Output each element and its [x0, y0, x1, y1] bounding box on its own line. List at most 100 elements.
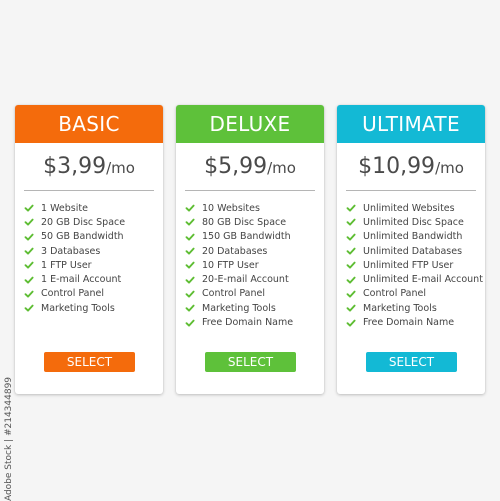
feature-item: 1 FTP User	[24, 258, 163, 272]
check-icon	[346, 319, 356, 327]
check-icon	[346, 233, 356, 241]
check-icon	[346, 204, 356, 212]
feature-item: Control Panel	[185, 287, 324, 301]
select-button[interactable]: SELECT	[205, 352, 296, 372]
feature-label: 80 GB Disc Space	[202, 216, 287, 228]
feature-label: Unlimited Disc Space	[363, 216, 464, 228]
feature-item: Marketing Tools	[346, 301, 485, 315]
feature-label: 20 Databases	[202, 245, 268, 257]
price-unit: /mo	[435, 159, 464, 177]
feature-label: Marketing Tools	[202, 302, 276, 314]
check-icon	[185, 290, 195, 298]
feature-item: 3 Databases	[24, 244, 163, 258]
feature-label: Control Panel	[41, 288, 104, 300]
price-amount: $3,99	[43, 154, 107, 179]
check-icon	[346, 290, 356, 298]
check-icon	[346, 261, 356, 269]
price-unit: /mo	[267, 159, 296, 177]
check-icon	[24, 219, 34, 226]
feature-label: Unlimited Databases	[363, 245, 463, 257]
feature-item: 1 E-mail Account	[24, 272, 163, 286]
check-icon	[185, 261, 195, 269]
feature-item: 20-E-mail Account	[185, 272, 324, 286]
feature-label: 1 E-mail Account	[41, 274, 122, 286]
check-icon	[185, 247, 195, 255]
stock-watermark: Adobe Stock | #214344899	[2, 377, 16, 501]
plan-price: $3,99/mo	[15, 150, 163, 184]
feature-label: Free Domain Name	[202, 317, 294, 329]
check-icon	[185, 204, 195, 212]
select-button[interactable]: SELECT	[44, 352, 135, 372]
feature-item: Free Domain Name	[346, 315, 485, 329]
check-icon	[185, 319, 195, 327]
check-icon	[24, 261, 34, 269]
plan-price: $5,99/mo	[176, 150, 324, 184]
feature-label: 150 GB Bandwidth	[202, 231, 291, 243]
feature-label: 50 GB Bandwidth	[41, 231, 124, 243]
feature-label: Marketing Tools	[41, 302, 115, 314]
check-icon	[185, 219, 195, 226]
feature-label: Marketing Tools	[363, 302, 437, 314]
plan-card-ultimate: ULTIMATE $10,99/mo Unlimited Websites Unl…	[337, 105, 485, 394]
divider	[24, 190, 154, 191]
feature-list: 10 Websites 80 GB Disc Space 150 GB Bandwi…	[176, 201, 324, 330]
plan-price: $10,99/mo	[337, 150, 485, 184]
feature-item: 10 FTP User	[185, 258, 324, 272]
feature-item: 20 Databases	[185, 244, 324, 258]
price-amount: $5,99	[204, 154, 268, 179]
check-icon	[24, 276, 34, 284]
plan-title: DELUXE	[176, 105, 324, 143]
check-icon	[185, 233, 195, 241]
feature-item: Unlimited Disc Space	[346, 215, 485, 229]
check-icon	[24, 290, 34, 298]
feature-label: Unlimited E-mail Account	[363, 274, 483, 286]
stock-watermark-text: Adobe Stock | #214344899	[4, 376, 14, 501]
check-icon	[24, 247, 34, 255]
feature-item: 80 GB Disc Space	[185, 215, 324, 229]
feature-item: Control Panel	[24, 287, 163, 301]
check-icon	[24, 233, 34, 241]
feature-label: 1 FTP User	[41, 259, 92, 271]
feature-label: 10 Websites	[202, 202, 260, 214]
feature-item: 1 Website	[24, 201, 163, 215]
check-icon	[346, 247, 356, 255]
plan-title: BASIC	[15, 105, 163, 143]
feature-item: 150 GB Bandwidth	[185, 230, 324, 244]
feature-item: Unlimited Databases	[346, 244, 485, 258]
feature-item: Unlimited Websites	[346, 201, 485, 215]
check-icon	[346, 276, 356, 284]
plan-card-basic: BASIC $3,99/mo 1 Website 20 GB Disc Space…	[15, 105, 163, 394]
price-amount: $10,99	[358, 154, 436, 179]
price-unit: /mo	[106, 159, 135, 177]
check-icon	[185, 276, 195, 284]
feature-item: Unlimited E-mail Account	[346, 272, 485, 286]
select-button[interactable]: SELECT	[366, 352, 457, 372]
feature-item: Unlimited Bandwidth	[346, 230, 485, 244]
feature-item: Control Panel	[346, 287, 485, 301]
feature-label: 20 GB Disc Space	[41, 216, 126, 228]
feature-item: Marketing Tools	[185, 301, 324, 315]
check-icon	[346, 304, 356, 312]
feature-list: 1 Website 20 GB Disc Space 50 GB Bandwidth…	[15, 201, 163, 315]
feature-item: 20 GB Disc Space	[24, 215, 163, 229]
feature-label: 10 FTP User	[202, 259, 259, 271]
divider	[346, 190, 476, 191]
feature-item: Free Domain Name	[185, 315, 324, 329]
feature-item: 50 GB Bandwidth	[24, 230, 163, 244]
check-icon	[24, 304, 34, 312]
feature-label: Unlimited Bandwidth	[363, 231, 463, 243]
feature-item: Unlimited FTP User	[346, 258, 485, 272]
feature-label: Unlimited FTP User	[363, 259, 454, 271]
divider	[185, 190, 315, 191]
check-icon	[346, 219, 356, 226]
feature-list: Unlimited Websites Unlimited Disc Space Un…	[337, 201, 485, 330]
feature-label: Free Domain Name	[363, 317, 455, 329]
plan-card-deluxe: DELUXE $5,99/mo 10 Websites 80 GB Disc Sp…	[176, 105, 324, 394]
plan-title: ULTIMATE	[337, 105, 485, 143]
feature-label: 1 Website	[41, 202, 88, 214]
feature-label: Control Panel	[363, 288, 426, 300]
feature-label: Unlimited Websites	[363, 202, 455, 214]
check-icon	[185, 304, 195, 312]
feature-label: 20-E-mail Account	[202, 274, 289, 286]
check-icon	[24, 204, 34, 212]
